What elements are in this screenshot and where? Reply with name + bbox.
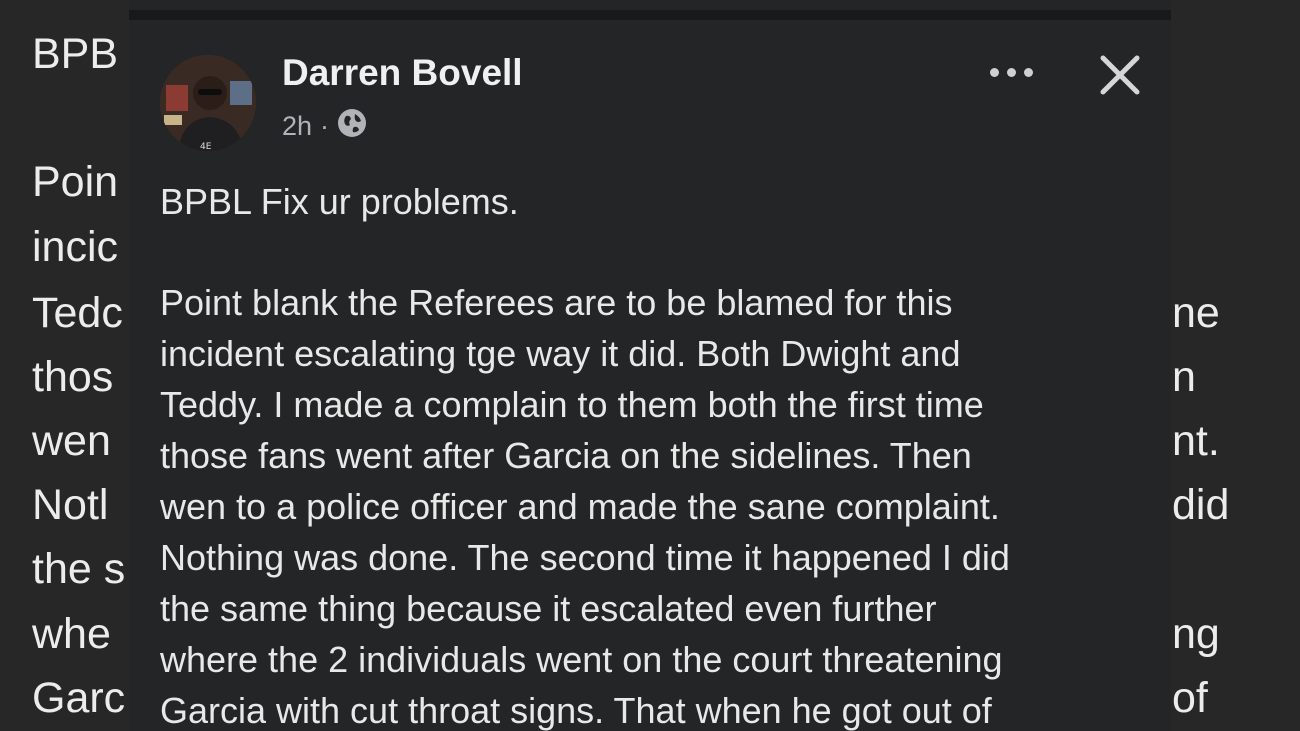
bg-fragment: did xyxy=(1172,481,1230,529)
post-meta: 2h · xyxy=(282,108,367,145)
post-line: incident escalating tge way it did. Both… xyxy=(160,333,961,374)
post-line: those fans went after Garcia on the side… xyxy=(160,435,972,476)
bg-fragment: BPB xyxy=(32,30,119,78)
meta-separator: · xyxy=(320,111,330,141)
bg-fragment: thos xyxy=(32,353,114,401)
globe-icon[interactable] xyxy=(337,108,367,145)
bg-fragment: nt. xyxy=(1172,417,1220,465)
post-line: the same thing because it escalated even… xyxy=(160,588,937,629)
bg-fragment: n xyxy=(1172,353,1196,401)
bg-fragment: the s xyxy=(32,545,126,593)
avatar[interactable]: 4E xyxy=(160,55,256,151)
bg-fragment: ne xyxy=(1172,289,1220,337)
bg-fragment: Poin xyxy=(32,158,119,206)
post-line: where the 2 individuals went on the cour… xyxy=(160,639,1003,680)
close-button[interactable] xyxy=(1091,46,1149,104)
post-line: wen to a police officer and made the san… xyxy=(160,486,1000,527)
bg-fragment: of xyxy=(1172,674,1208,722)
post-headline: BPBL Fix ur problems. xyxy=(160,181,519,222)
post-line: Nothing was done. The second time it hap… xyxy=(160,537,1010,578)
bg-fragment: Tedc xyxy=(32,289,123,337)
modal-top-bar xyxy=(129,10,1171,20)
bg-fragment: wen xyxy=(32,417,111,465)
author-name[interactable]: Darren Bovell xyxy=(282,52,523,94)
more-options-button[interactable] xyxy=(981,52,1041,92)
bg-fragment: whe xyxy=(32,610,111,658)
more-options-icon-dot xyxy=(1023,67,1033,77)
post-line: Point blank the Referees are to be blame… xyxy=(160,282,953,323)
post-body: BPBL Fix ur problems. Point blank the Re… xyxy=(160,176,1160,731)
post-line: Garcia with cut throat signs. That when … xyxy=(160,690,992,731)
bg-fragment: ng xyxy=(1172,610,1220,658)
post-time[interactable]: 2h xyxy=(282,111,312,142)
close-icon xyxy=(1100,55,1140,95)
post-modal: 4E Darren Bovell 2h · BPBL Fix ur proble… xyxy=(129,0,1171,731)
bg-fragment: Garc xyxy=(32,674,126,722)
bg-fragment: Notl xyxy=(32,481,109,529)
post-line: Teddy. I made a complain to them both th… xyxy=(160,384,984,425)
svg-text:4E: 4E xyxy=(200,142,212,151)
more-options-icon xyxy=(989,67,999,77)
more-options-icon-dot xyxy=(1006,67,1016,77)
avatar-photo: 4E xyxy=(160,55,256,151)
bg-fragment: incic xyxy=(32,223,119,271)
